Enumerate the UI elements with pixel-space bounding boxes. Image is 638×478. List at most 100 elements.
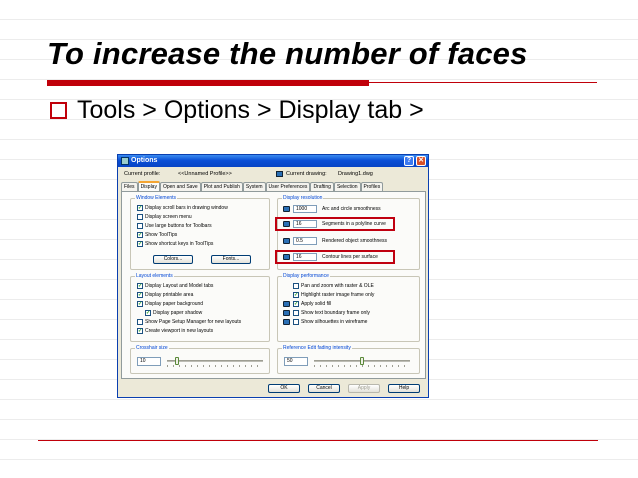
ok-button[interactable]: OK [268,384,300,393]
checkbox[interactable]: ✓ [137,232,143,238]
checkbox[interactable] [137,214,143,220]
checkbox[interactable] [293,310,299,316]
footer-divider-line [38,440,598,441]
title-divider-line [369,82,597,83]
tab-profiles[interactable]: Profiles [360,182,384,191]
layout-elements-group: Layout elements ✓ Display Layout and Mod… [130,273,270,342]
checkbox-row[interactable]: Show silhouettes in wireframe [283,319,367,325]
display-resolution-group: Display resolution 1000 Arc and circle s… [275,195,420,270]
dialog-title: Options [131,157,158,164]
title-accent-bar [47,80,369,86]
checkbox-label: Use large buttons for Toolbars [145,223,212,229]
drawing-icon [283,206,290,212]
crosshair-slider-ticks [167,365,263,367]
checkbox[interactable]: ✓ [137,283,143,289]
fonts-button[interactable]: Fonts... [211,255,251,264]
checkbox-row[interactable]: Display screen menu [137,214,192,220]
checkbox-row[interactable]: ✓ Create viewport in new layouts [137,328,213,334]
checkbox-label: Pan and zoom with raster & OLE [301,283,374,289]
current-drawing-label: Current drawing: [286,171,327,177]
group-label: Window Elements [135,195,178,201]
checkbox[interactable]: ✓ [137,241,143,247]
window-elements-group: Window Elements ✓ Display scroll bars in… [130,195,270,270]
arc-smoothness-input[interactable]: 1000 [293,205,317,213]
crosshair-slider-track[interactable] [167,360,263,362]
checkbox[interactable] [293,319,299,325]
display-tab-panel: Window Elements ✓ Display scroll bars in… [121,191,426,379]
checkbox[interactable]: ✓ [137,328,143,334]
rendered-smoothness-input[interactable]: 0.5 [293,237,317,245]
checkbox-label: Show Page Setup Manager for new layouts [145,319,242,325]
group-label: Reference Edit fading intensity [282,345,352,351]
checkbox-label: Display Layout and Model tabs [145,283,214,289]
checkbox-label: Apply solid fill [301,301,332,307]
bullet-text: Tools > Options > Display tab > [77,96,424,124]
tab-user-preferences[interactable]: User Preferences [265,182,311,191]
checkbox-row[interactable]: ✓ Apply solid fill [283,301,331,307]
highlight-box [275,217,395,231]
checkbox-row[interactable]: ✓ Highlight raster image frame only [293,292,374,298]
checkbox-row[interactable]: ✓ Display paper background [137,301,203,307]
checkbox-row[interactable]: ✓ Show ToolTips [137,232,177,238]
checkbox[interactable]: ✓ [293,292,299,298]
checkbox-row[interactable]: Show Page Setup Manager for new layouts [137,319,241,325]
drawing-icon [283,310,290,316]
checkbox[interactable] [137,223,143,229]
crosshair-size-group: Crosshair size 10 [130,345,270,374]
checkbox[interactable]: ✓ [137,301,143,307]
close-icon[interactable]: ✕ [416,156,426,166]
display-performance-group: Display performance Pan and zoom with ra… [277,273,420,342]
help-button[interactable]: Help [388,384,420,393]
tab-plot-and-publish[interactable]: Plot and Publish [200,182,243,191]
checkbox-row[interactable]: ✓ Display scroll bars in drawing window [137,205,228,211]
checkbox-label: Create viewport in new layouts [145,328,214,334]
checkbox[interactable] [137,319,143,325]
crosshair-slider-thumb[interactable] [174,357,179,365]
checkbox-row[interactable]: ✓ Display printable area [137,292,193,298]
checkbox-label: Show ToolTips [145,232,178,238]
tab-selection[interactable]: Selection [333,182,361,191]
checkbox-label: Display printable area [145,292,194,298]
tab-display[interactable]: Display [137,181,160,191]
checkbox[interactable] [293,283,299,289]
checkbox-row[interactable]: ✓ Show shortcut keys in ToolTips [137,241,213,247]
checkbox-row[interactable]: Use large buttons for Toolbars [137,223,212,229]
checkbox-row[interactable]: ✓ Display paper shadow [145,310,202,316]
checkbox-label: Display screen menu [145,214,192,220]
tab-open-and-save[interactable]: Open and Save [159,182,201,191]
crosshair-size-input[interactable]: 10 [137,357,161,366]
checkbox-label: Highlight raster image frame only [301,292,375,298]
drawing-icon [283,319,290,325]
current-profile-label: Current profile: [124,171,161,177]
tab-files[interactable]: Files [121,182,138,191]
resolution-row: 0.5 Rendered object smoothness [283,237,387,245]
dialog-titlebar[interactable]: Options ? ✕ [118,155,428,167]
help-icon[interactable]: ? [404,156,414,166]
checkbox-row[interactable]: Show text boundary frame only [283,310,370,316]
checkbox[interactable]: ✓ [137,292,143,298]
checkbox[interactable]: ✓ [137,205,143,211]
checkbox-label: Show silhouettes in wireframe [301,319,368,325]
checkbox[interactable]: ✓ [293,301,299,307]
fading-slider-thumb[interactable] [360,357,364,365]
tab-drafting[interactable]: Drafting [310,182,334,191]
colors-button[interactable]: Colors... [153,255,193,264]
group-label: Layout elements [135,273,174,279]
apply-button[interactable]: Apply [348,384,380,393]
tab-strip: Files Display Open and Save Plot and Pub… [121,181,384,191]
drawing-icon [283,301,290,307]
group-label: Display performance [282,273,330,279]
group-label: Crosshair size [135,345,169,351]
tab-system[interactable]: System [242,182,266,191]
checkbox[interactable]: ✓ [145,310,151,316]
fading-intensity-input[interactable]: 50 [284,357,308,366]
current-profile-value: <<Unnamed Profile>> [178,171,232,177]
current-drawing-value: Drawing1.dwg [338,171,373,177]
highlight-box [275,250,395,264]
cancel-button[interactable]: Cancel [308,384,340,393]
checkbox-row[interactable]: Pan and zoom with raster & OLE [293,283,374,289]
group-label: Display resolution [282,195,324,201]
checkbox-row[interactable]: ✓ Display Layout and Model tabs [137,283,213,289]
app-icon [121,157,129,165]
checkbox-label: Display scroll bars in drawing window [145,205,228,211]
